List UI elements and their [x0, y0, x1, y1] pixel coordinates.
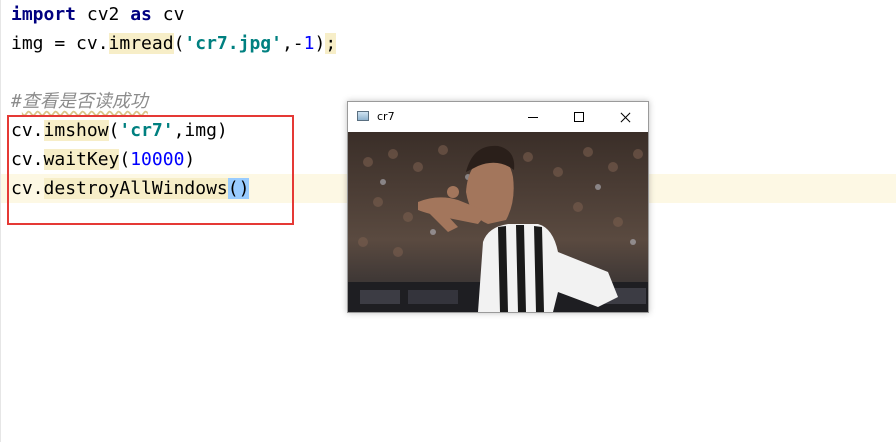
comment-hash: #: [11, 91, 22, 112]
displayed-image: [348, 132, 648, 312]
module-name: cv2: [76, 4, 131, 25]
function-imread: imread: [108, 33, 174, 54]
maximize-icon[interactable]: [556, 102, 602, 132]
comment-text: 查看是否读成功: [21, 91, 148, 112]
opencv-window-icon: [357, 111, 369, 121]
module-alias: cv: [151, 4, 185, 25]
code-line-2[interactable]: img = cv.imread('cr7.jpg',-1);: [11, 29, 337, 58]
photo-football-player: [348, 132, 648, 312]
open-paren: (: [173, 33, 185, 54]
number-flag: 1: [303, 33, 315, 54]
close-icon[interactable]: [602, 102, 648, 132]
code-editor[interactable]: import cv2 as cv img = cv.imread('cr7.jp…: [0, 0, 896, 442]
semicolon: ;: [325, 33, 337, 54]
code-line-1[interactable]: import cv2 as cv: [11, 0, 184, 29]
code-line-4-comment[interactable]: #查看是否读成功: [11, 87, 148, 116]
string-filename: 'cr7.jpg': [184, 33, 282, 54]
window-titlebar[interactable]: cr7: [348, 102, 648, 132]
keyword-as: as: [130, 4, 152, 25]
keyword-import: import: [11, 4, 77, 25]
minimize-icon[interactable]: [510, 102, 556, 132]
annotation-red-box: [7, 115, 294, 225]
opencv-image-window[interactable]: cr7: [347, 101, 649, 313]
close-paren: ): [314, 33, 326, 54]
arg-separator: ,-: [281, 33, 304, 54]
assign-prefix: img = cv.: [11, 33, 109, 54]
window-title: cr7: [377, 110, 395, 123]
